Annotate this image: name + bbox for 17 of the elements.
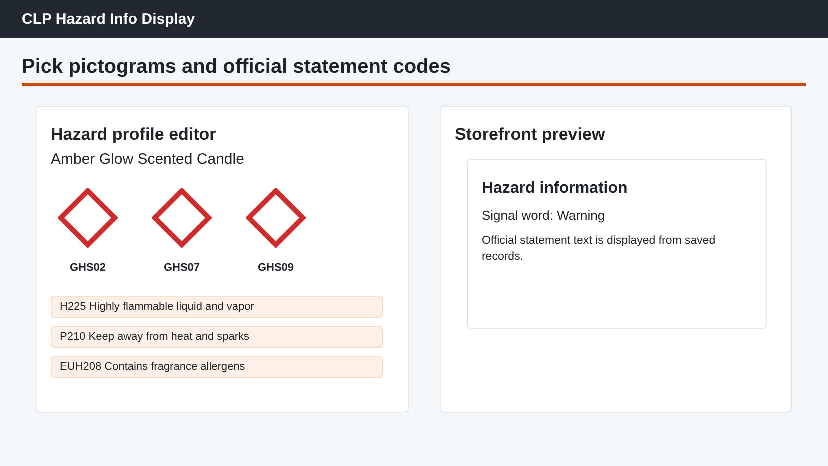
hazard-diamond-icon bbox=[152, 188, 212, 248]
product-name: Amber Glow Scented Candle bbox=[51, 151, 246, 168]
statement-item: H225 Highly flammable liquid and vapor bbox=[51, 296, 383, 318]
pictogram-code: GHS07 bbox=[164, 262, 200, 274]
statement-item: P210 Keep away from heat and sparks bbox=[51, 326, 383, 348]
signal-word: Signal word: Warning bbox=[482, 208, 606, 223]
pictogram-code: GHS02 bbox=[70, 262, 106, 274]
pictogram-code: GHS09 bbox=[258, 262, 294, 274]
app-title: CLP Hazard Info Display bbox=[22, 10, 196, 28]
hazard-info-title: Hazard information bbox=[482, 180, 629, 198]
statement-item: EUH208 Contains fragrance allergens bbox=[51, 356, 383, 378]
card-title: Hazard profile editor bbox=[51, 125, 218, 145]
hazard-diamond-icon bbox=[246, 188, 306, 248]
page-title: Pick pictograms and official statement codes bbox=[22, 56, 806, 86]
info-note: Official statement text is displayed from saved records. bbox=[482, 234, 717, 265]
hazard-diamond-icon bbox=[58, 188, 118, 248]
card-title: Storefront preview bbox=[454, 125, 606, 145]
